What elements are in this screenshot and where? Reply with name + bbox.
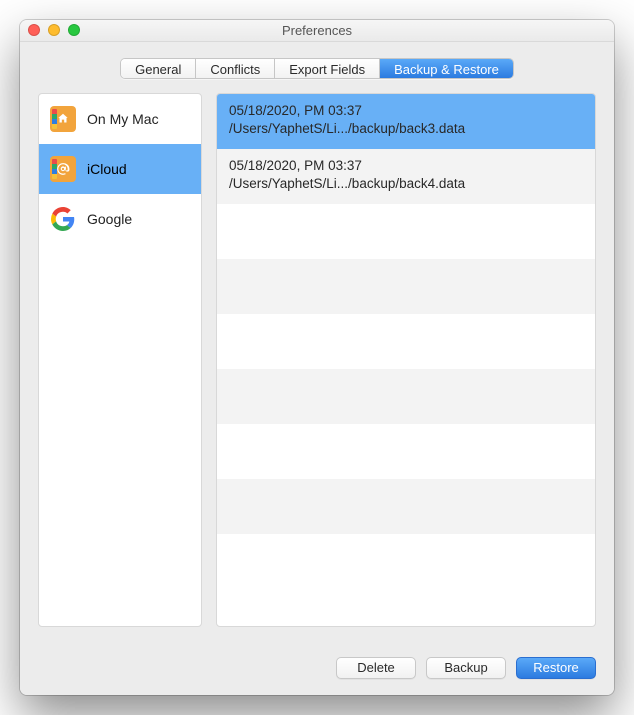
window-title: Preferences [20,23,614,38]
preferences-window: Preferences General Conflicts Export Fie… [20,20,614,695]
minimize-icon[interactable] [48,24,60,36]
backup-list-pane: 05/18/2020, PM 03:37 /Users/YaphetS/Li..… [216,93,596,627]
backup-button[interactable]: Backup [426,657,506,679]
account-label: Google [87,211,132,227]
home-icon [49,105,77,133]
content-area: On My Mac iCloud [20,93,614,645]
google-icon [49,205,77,233]
tab-bar: General Conflicts Export Fields Backup &… [20,42,614,93]
backup-list: 05/18/2020, PM 03:37 /Users/YaphetS/Li..… [217,94,595,626]
segmented-tabs: General Conflicts Export Fields Backup &… [120,58,514,79]
accounts-list: On My Mac iCloud [39,94,201,244]
account-google[interactable]: Google [39,194,201,244]
backup-row[interactable]: 05/18/2020, PM 03:37 /Users/YaphetS/Li..… [217,94,595,149]
restore-button[interactable]: Restore [516,657,596,679]
footer-buttons: Delete Backup Restore [20,645,614,695]
backup-date: 05/18/2020, PM 03:37 [229,158,583,173]
close-icon[interactable] [28,24,40,36]
backup-path: /Users/YaphetS/Li.../backup/back4.data [229,176,583,191]
backup-row-empty [217,259,595,314]
backup-row-empty [217,534,595,589]
window-controls [28,24,80,36]
delete-button[interactable]: Delete [336,657,416,679]
backup-date: 05/18/2020, PM 03:37 [229,103,583,118]
zoom-icon[interactable] [68,24,80,36]
tab-export-fields[interactable]: Export Fields [275,59,380,78]
tab-general[interactable]: General [121,59,196,78]
titlebar: Preferences [20,20,614,42]
accounts-sidebar: On My Mac iCloud [38,93,202,627]
tab-backup-restore[interactable]: Backup & Restore [380,59,513,78]
backup-row-empty [217,479,595,534]
account-label: iCloud [87,161,127,177]
backup-row-empty [217,204,595,259]
account-icloud[interactable]: iCloud [39,144,201,194]
backup-row-empty [217,369,595,424]
backup-row-empty [217,424,595,479]
at-icon [49,155,77,183]
backup-row-empty [217,314,595,369]
tab-conflicts[interactable]: Conflicts [196,59,275,78]
backup-path: /Users/YaphetS/Li.../backup/back3.data [229,121,583,136]
account-label: On My Mac [87,111,159,127]
backup-row[interactable]: 05/18/2020, PM 03:37 /Users/YaphetS/Li..… [217,149,595,204]
account-on-my-mac[interactable]: On My Mac [39,94,201,144]
